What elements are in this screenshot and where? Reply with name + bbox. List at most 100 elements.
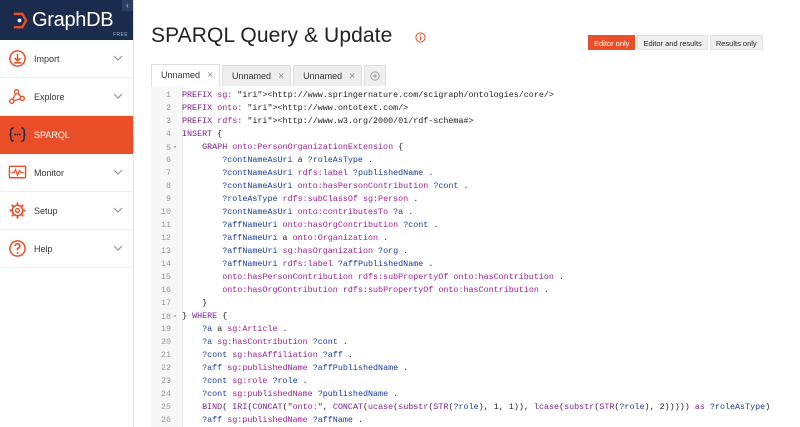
- setup-icon: [9, 202, 26, 219]
- chevron-down-icon: [113, 207, 123, 213]
- explore-icon: [9, 88, 26, 105]
- code-line: 25 BIND( IRI(CONCAT("onto:", CONCAT(ucas…: [151, 401, 800, 414]
- sidebar-item-label: Explore: [34, 91, 65, 102]
- results-only-button[interactable]: Results only: [709, 35, 763, 50]
- close-icon[interactable]: ×: [207, 65, 213, 86]
- line-number: 13: [160, 246, 171, 256]
- query-tabs: Unnamed × Unnamed × Unnamed ×: [151, 64, 387, 87]
- line-number: 3: [165, 116, 171, 126]
- code-text: ?cont sg:publishedName ?publishedName .: [202, 389, 399, 399]
- line-number: 23: [160, 376, 171, 386]
- code-text: }: [182, 298, 208, 308]
- line-number: 12: [160, 233, 171, 243]
- code-line: 19 ?a a sg:Article .: [151, 323, 800, 336]
- query-tab[interactable]: Unnamed ×: [293, 65, 363, 87]
- line-number: 25: [160, 402, 171, 412]
- graphdb-logo-icon: [13, 12, 28, 28]
- code-text: ?affNameUri sg:hasOrganization ?org .: [222, 246, 409, 256]
- line-number: 21: [160, 350, 171, 360]
- sidebar-item-setup[interactable]: Setup: [0, 192, 133, 230]
- code-line: 1 PREFIX sg: "iri"><http://www.springerna…: [151, 89, 800, 102]
- chevron-down-icon: [113, 245, 123, 251]
- info-icon[interactable]: [415, 32, 426, 43]
- fold-toggle-icon[interactable]: ▾: [171, 310, 179, 323]
- code-line: 15 onto:hasPersonContribution rdfs:subPr…: [151, 271, 800, 284]
- line-number: 26: [160, 415, 171, 425]
- code-line: 8 ?contNameAsUri onto:hasPersonContribut…: [151, 180, 800, 193]
- add-tab-button[interactable]: [364, 65, 387, 86]
- query-tab[interactable]: Unnamed ×: [222, 65, 292, 87]
- query-tab[interactable]: Unnamed ×: [151, 64, 221, 86]
- code-text: onto:hasOrgContribution rdfs:subProperty…: [222, 285, 549, 295]
- sidebar-item-explore[interactable]: Explore: [0, 78, 133, 116]
- code-text: ?affNameUri a onto:Organization .: [222, 233, 389, 243]
- code-text: PREFIX onto: "iri"><http://www.ontotext.…: [182, 103, 409, 113]
- code-text: INSERT {: [182, 129, 223, 139]
- editor-only-button[interactable]: Editor only: [588, 35, 636, 50]
- line-number: 20: [160, 337, 171, 347]
- line-number: 15: [160, 272, 171, 282]
- sidebar-item-label: Import: [34, 53, 60, 64]
- line-number: 6: [165, 155, 171, 165]
- close-icon[interactable]: ×: [278, 66, 284, 87]
- add-tab-icon: [370, 71, 380, 81]
- main-content: SPARQL Query & Update Editor only Editor…: [134, 0, 800, 427]
- code-line: 4 INSERT {: [151, 128, 800, 141]
- chevron-down-icon: [113, 55, 123, 61]
- view-mode-toggle: Editor only Editor and results Results o…: [586, 35, 763, 50]
- sidebar-item-import[interactable]: Import: [0, 40, 133, 78]
- code-text: ?cont sg:role ?role .: [202, 376, 308, 386]
- code-line: 7 ?contNameAsUri rdfs:label ?publishedNa…: [151, 167, 800, 180]
- code-line: 11 ?affNameUri onto:hasOrgContribution ?…: [151, 219, 800, 232]
- sidebar-item-label: Help: [34, 243, 53, 254]
- line-number: 22: [160, 363, 171, 373]
- code-text: ?a sg:hasContribution ?cont .: [202, 337, 348, 347]
- code-line: 6 ?contNameAsUri a ?roleAsType .: [151, 154, 800, 167]
- query-editor[interactable]: 1 PREFIX sg: "iri"><http://www.springerna…: [151, 86, 800, 427]
- edition-badge: FREE: [113, 32, 128, 38]
- code-line: 23 ?cont sg:role ?role .: [151, 375, 800, 388]
- code-line: 20 ?a sg:hasContribution ?cont .: [151, 336, 800, 349]
- code-text: GRAPH onto:PersonOrganizationExtension {: [202, 142, 404, 152]
- code-line: 18 ▾} WHERE {: [151, 310, 800, 323]
- code-text: PREFIX sg: "iri"><http://www.springernat…: [182, 90, 554, 100]
- code-line: 24 ?cont sg:publishedName ?publishedName…: [151, 388, 800, 401]
- code-line: 3 PREFIX rdfs: "iri"><http://www.w3.org/2…: [151, 115, 800, 128]
- code-text: ?contNameAsUri onto:contributesTo ?a .: [222, 207, 414, 217]
- code-text: ?contNameAsUri rdfs:label ?publishedName…: [222, 168, 434, 178]
- sidebar-item-sparql[interactable]: SPARQL: [0, 116, 133, 154]
- line-number: 16: [160, 285, 171, 295]
- collapse-sidebar-button[interactable]: ‹: [122, 0, 133, 11]
- code-text: ?aff sg:publishedName ?affName .: [202, 415, 363, 425]
- code-text: BIND( IRI(CONCAT("onto:", CONCAT(ucase(s…: [202, 402, 771, 412]
- sidebar-item-help[interactable]: Help: [0, 230, 133, 268]
- line-number: 19: [160, 324, 171, 334]
- code-line: 21 ?cont sg:hasAffiliation ?aff .: [151, 349, 800, 362]
- line-number: 4: [165, 129, 171, 139]
- code-text: ?affNameUri rdfs:label ?affPublishedName…: [222, 259, 434, 269]
- chevron-down-icon: [113, 93, 123, 99]
- monitor-icon: [8, 165, 27, 179]
- code-line: 13 ?affNameUri sg:hasOrganization ?org .: [151, 245, 800, 258]
- line-number: 24: [160, 389, 171, 399]
- sidebar-item-label: Monitor: [34, 167, 65, 178]
- help-icon: [9, 240, 26, 257]
- sparql-icon: [9, 127, 26, 142]
- code-line: 26 ?aff sg:publishedName ?affName .: [151, 414, 800, 427]
- code-text: ?roleAsType rdfs:subClassOf sg:Person .: [222, 194, 419, 204]
- import-icon: [9, 50, 26, 67]
- brand-header: GraphDB FREE ‹: [0, 0, 133, 40]
- code-text: ?aff sg:publishedName ?affPublishedName …: [202, 363, 409, 373]
- editor-and-results-button[interactable]: Editor and results: [637, 35, 708, 50]
- sidebar-item-monitor[interactable]: Monitor: [0, 154, 133, 192]
- line-number: 14: [160, 259, 171, 269]
- page-title: SPARQL Query & Update: [151, 24, 393, 47]
- code-line: 12 ?affNameUri a onto:Organization .: [151, 232, 800, 245]
- line-number: 8: [165, 181, 171, 191]
- code-text: ?affNameUri onto:hasOrgContribution ?con…: [222, 220, 439, 230]
- code-text: ?cont sg:hasAffiliation ?aff .: [202, 350, 353, 360]
- fold-toggle-icon[interactable]: ▾: [171, 141, 179, 154]
- tab-label: Unnamed: [303, 71, 343, 81]
- sidebar-item-label: SPARQL: [34, 129, 70, 140]
- close-icon[interactable]: ×: [349, 66, 355, 87]
